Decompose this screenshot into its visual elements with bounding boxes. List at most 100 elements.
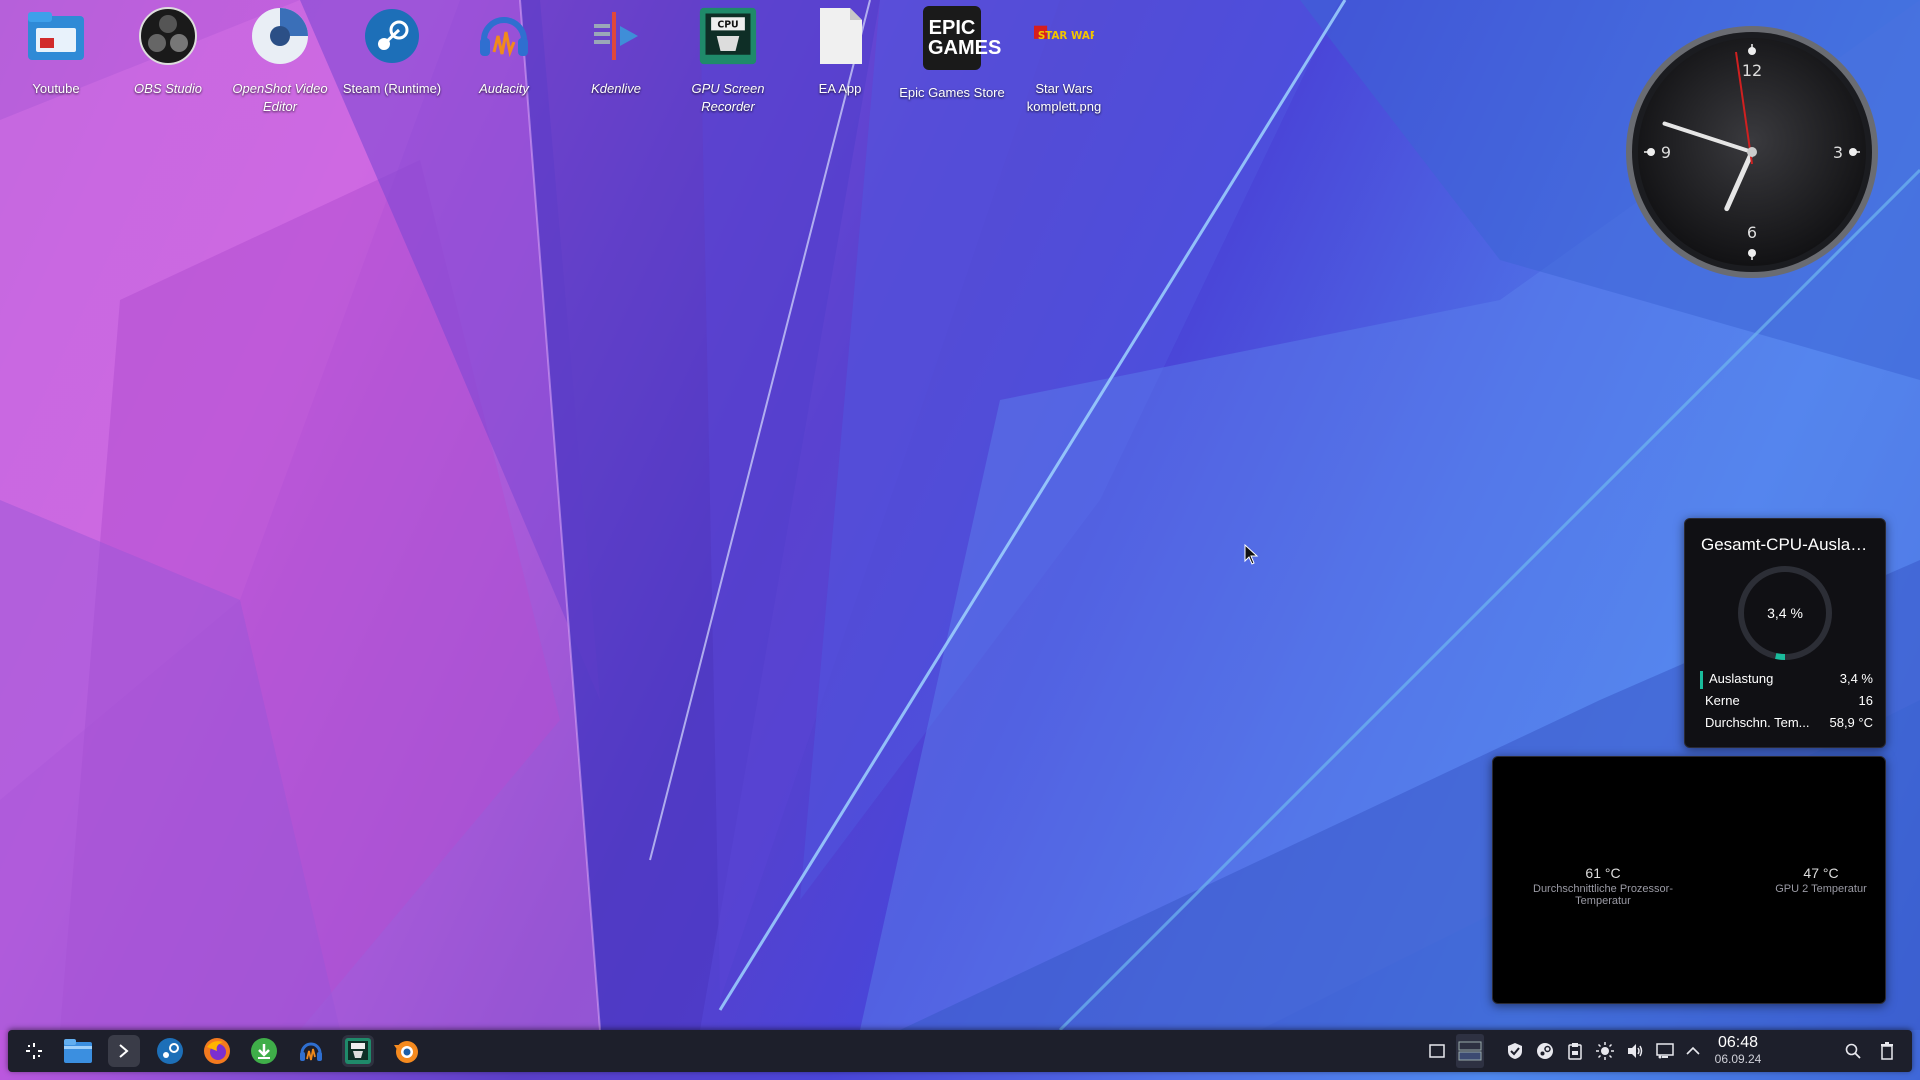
temp-label: Durchschnittliche Prozessor-Temperatur <box>1533 883 1673 907</box>
pager-button[interactable] <box>1456 1034 1484 1068</box>
show-desktop-button[interactable] <box>1428 1042 1446 1060</box>
steam-icon <box>362 6 422 66</box>
openshot-icon <box>250 6 310 66</box>
desktop-icon-label: GPU Screen Recorder <box>691 81 765 114</box>
expand-tray-button[interactable] <box>1684 1042 1702 1060</box>
desktop-icon-label: EA App <box>818 81 862 96</box>
temp-value: 47 °C <box>1803 865 1839 881</box>
clipboard-icon <box>1568 1043 1582 1060</box>
steam-launcher-button[interactable] <box>154 1035 186 1067</box>
lego-star-wars-image-icon: STAR WARS <box>1034 6 1094 66</box>
cpu-row-key: Durchschn. Tem... <box>1705 715 1810 730</box>
trash-icon <box>1881 1042 1893 1060</box>
desktop-icon-label: Youtube <box>32 81 80 96</box>
analog-clock-widget[interactable]: 12 3 6 9 <box>1624 24 1880 280</box>
volume-icon <box>1628 1044 1643 1058</box>
cpu-row-value: 58,9 °C <box>1829 715 1873 730</box>
clock-number: 3 <box>1833 143 1843 162</box>
volume-tray-button[interactable] <box>1626 1042 1644 1060</box>
cpu-row-load: Auslastung 3,4 % <box>1703 671 1873 686</box>
temp-sensor-cpu: 61 °C Durchschnittliche Prozessor-Temper… <box>1513 865 1693 907</box>
vpn-tray-button[interactable] <box>1506 1042 1524 1060</box>
pager-icon <box>1458 1041 1482 1061</box>
brightness-icon <box>1596 1042 1614 1060</box>
file-manager-button[interactable] <box>62 1035 94 1067</box>
blender-button[interactable] <box>390 1035 422 1067</box>
desktop-icon-label: Kdenlive <box>591 81 641 96</box>
vpn-shield-icon <box>1508 1043 1522 1059</box>
mouse-cursor <box>1244 543 1260 571</box>
desktop-icon-label: Steam (Runtime) <box>342 81 442 96</box>
app-launcher-button[interactable] <box>18 1035 50 1067</box>
search-icon <box>1845 1043 1861 1059</box>
download-manager-button[interactable] <box>248 1035 280 1067</box>
digital-clock[interactable]: 06:48 06.09.24 <box>1706 1034 1770 1066</box>
taskbar: 06:48 06.09.24 <box>8 1030 1912 1072</box>
desktop-icon-ea-app[interactable]: EA App <box>786 6 894 98</box>
desktop-icon-label: Audacity <box>479 81 529 96</box>
desktop-icon-youtube[interactable]: Youtube <box>2 6 110 98</box>
clock-number: 6 <box>1747 223 1757 242</box>
taskbar-time: 06:48 <box>1717 1034 1759 1051</box>
taskbar-date: 06.09.24 <box>1714 1052 1762 1066</box>
download-manager-icon <box>251 1038 277 1064</box>
blank-file-icon <box>810 6 870 66</box>
firefox-icon <box>204 1038 230 1064</box>
folder-video-icon <box>26 6 86 66</box>
search-button[interactable] <box>1844 1042 1862 1060</box>
obs-studio-icon <box>138 6 198 66</box>
cpu-row-value: 16 <box>1858 693 1873 708</box>
desktop-icon-kdenlive[interactable]: Kdenlive <box>562 6 670 98</box>
desktop-icon-epic-games[interactable]: EPIC GAMES Epic Games Store <box>898 6 1006 102</box>
terminal-icon <box>119 1044 129 1058</box>
steam-icon <box>157 1038 183 1064</box>
cpu-row-value: 3,4 % <box>1839 671 1873 686</box>
cpu-row-key: Auslastung <box>1709 671 1774 686</box>
steam-tray-icon <box>1537 1043 1553 1059</box>
temp-label: GPU 2 Temperatur <box>1775 883 1867 895</box>
audacity-icon <box>300 1042 322 1061</box>
cpu-row-cores: Kerne 16 <box>1703 693 1873 708</box>
gpu-screen-recorder-icon: CPU <box>698 6 758 66</box>
desktop-icon-openshot[interactable]: OpenShot Video Editor <box>226 6 334 116</box>
desktop-icon-label: OBS Studio <box>134 81 202 96</box>
temp-sensor-gpu: 47 °C GPU 2 Temperatur <box>1761 865 1881 895</box>
show-desktop-icon <box>1429 1044 1445 1058</box>
cpu-row-avg-temp: Durchschn. Tem... 58,9 °C <box>1703 715 1873 730</box>
network-icon <box>1656 1043 1674 1059</box>
desktop-icon-star-wars-png[interactable]: STAR WARS Star Wars komplett.png <box>1010 6 1118 116</box>
desktop-icon-steam[interactable]: Steam (Runtime) <box>338 6 446 98</box>
temperature-widget[interactable]: 61 °C Durchschnittliche Prozessor-Temper… <box>1492 756 1886 1004</box>
gpu-screen-recorder-task-button[interactable] <box>342 1035 374 1067</box>
cpu-widget-title: Gesamt-CPU-Auslast... <box>1701 535 1873 554</box>
desktop-icon-label: Epic Games Store <box>899 85 1005 100</box>
cpu-load-widget[interactable]: Gesamt-CPU-Auslast... 3,4 % Auslastung 3… <box>1684 518 1886 748</box>
blender-icon <box>394 1041 418 1063</box>
svg-text:CPU: CPU <box>717 20 738 31</box>
gpu-screen-recorder-icon <box>345 1038 371 1064</box>
temp-value: 61 °C <box>1585 865 1621 881</box>
app-launcher-icon <box>26 1043 42 1059</box>
trash-button[interactable] <box>1878 1042 1896 1060</box>
svg-text:STAR WARS: STAR WARS <box>1038 30 1094 42</box>
clock-number: 12 <box>1742 61 1762 80</box>
firefox-button[interactable] <box>201 1035 233 1067</box>
clipboard-tray-button[interactable] <box>1566 1042 1584 1060</box>
epic-games-icon: EPIC GAMES <box>923 6 1001 70</box>
steam-tray-button[interactable] <box>1536 1042 1554 1060</box>
desktop-icon-audacity[interactable]: Audacity <box>450 6 558 98</box>
desktop-icon-gpu-screen-recorder[interactable]: CPU GPU Screen Recorder <box>674 6 782 116</box>
desktop-icon-obs-studio[interactable]: OBS Studio <box>114 6 222 98</box>
cpu-row-key: Kerne <box>1705 693 1740 708</box>
clock-number: 9 <box>1661 143 1671 162</box>
terminal-button[interactable] <box>108 1035 140 1067</box>
audacity-launcher-button[interactable] <box>295 1035 327 1067</box>
brightness-tray-button[interactable] <box>1596 1042 1614 1060</box>
audacity-icon <box>474 6 534 66</box>
network-tray-button[interactable] <box>1656 1042 1674 1060</box>
cpu-gauge-value: 3,4 % <box>1767 605 1803 621</box>
expand-tray-icon <box>1686 1046 1700 1055</box>
desktop-icon-label: OpenShot Video Editor <box>232 81 328 114</box>
kdenlive-icon <box>586 6 646 66</box>
desktop-icon-label: Star Wars komplett.png <box>1026 81 1102 114</box>
